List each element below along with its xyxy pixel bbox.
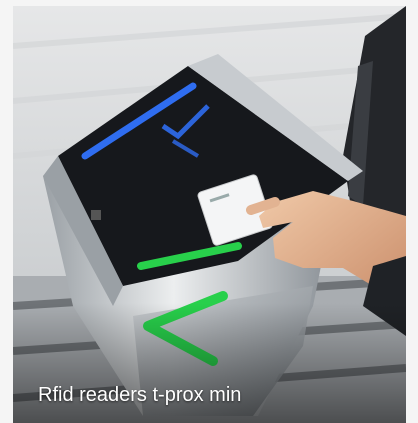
card-caption[interactable]: Rfid readers t-prox min [38,384,241,407]
product-card[interactable]: Rfid readers t-prox min [13,6,406,423]
